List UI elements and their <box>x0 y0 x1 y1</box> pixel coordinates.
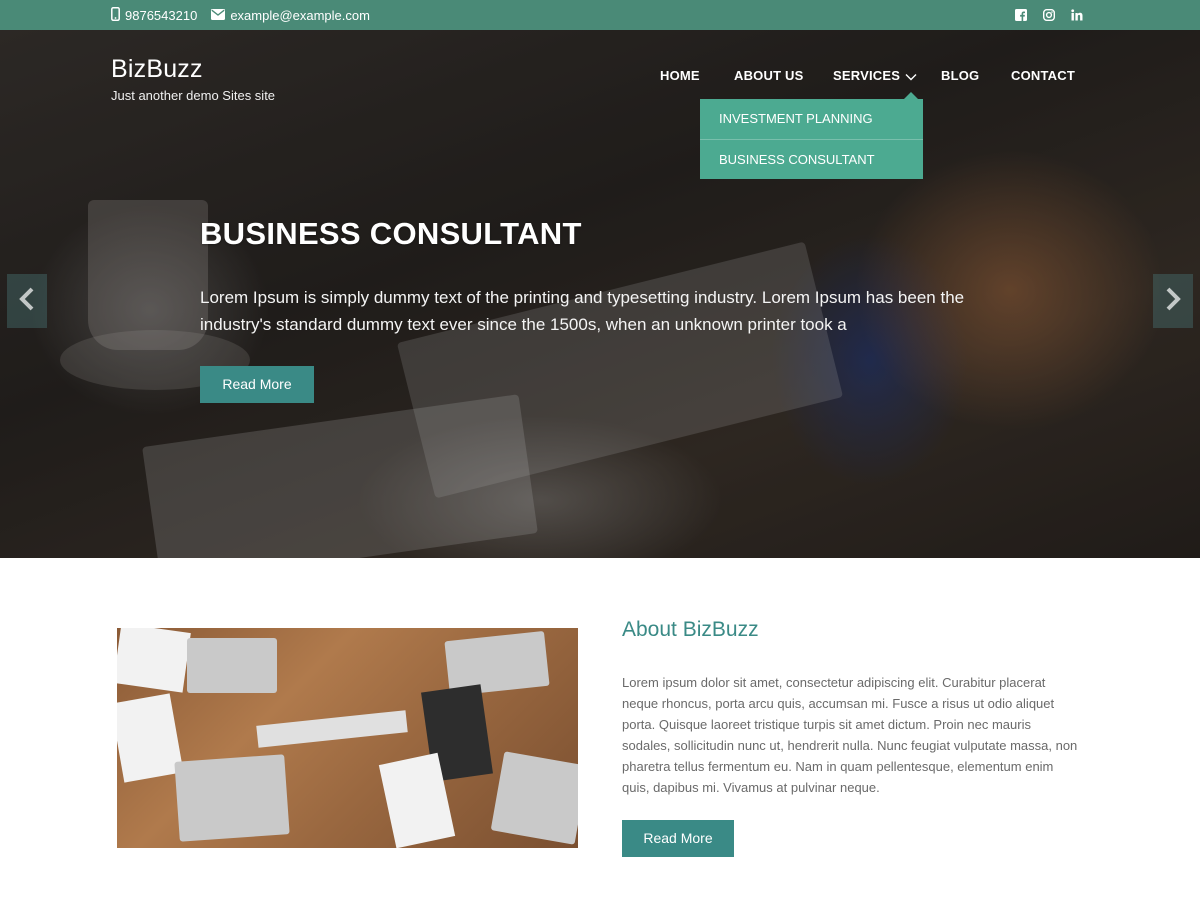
slide-text: Lorem Ipsum is simply dummy text of the … <box>200 288 965 334</box>
mobile-phone-icon <box>111 6 120 24</box>
email-contact[interactable]: example@example.com <box>211 8 370 23</box>
slide-title: BUSINESS CONSULTANT <box>200 216 582 251</box>
nav-contact[interactable]: CONTACT <box>1011 68 1075 83</box>
site-branding[interactable]: BizBuzz Just another demo Sites site <box>111 54 275 103</box>
about-section: About BizBuzz Lorem ipsum dolor sit amet… <box>622 616 1082 857</box>
slide-content: BUSINESS CONSULTANT Lorem Ipsum is simpl… <box>200 216 1020 403</box>
nav-services[interactable]: SERVICES <box>833 68 900 83</box>
nav-home[interactable]: HOME <box>660 68 700 83</box>
slider-prev-button[interactable] <box>7 274 47 328</box>
dropdown-item-investment-planning[interactable]: INVESTMENT PLANNING <box>700 99 923 139</box>
contact-info: 9876543210 example@example.com <box>111 0 370 30</box>
social-links <box>1014 0 1084 30</box>
instagram-icon[interactable] <box>1042 8 1056 22</box>
phone-contact[interactable]: 9876543210 <box>111 6 198 24</box>
dropdown-item-business-consultant[interactable]: BUSINESS CONSULTANT <box>700 139 923 179</box>
site-tagline: Just another demo Sites site <box>111 88 276 103</box>
about-image-paper <box>117 628 191 693</box>
about-image-laptop <box>187 638 277 693</box>
about-image-laptop <box>490 751 578 845</box>
hero-slider: BizBuzz Just another demo Sites site HOM… <box>0 30 1200 558</box>
site-title[interactable]: BizBuzz <box>111 54 275 84</box>
chevron-left-icon <box>18 286 36 317</box>
email-address: example@example.com <box>230 7 370 23</box>
about-image <box>117 628 578 848</box>
nav-blog[interactable]: BLOG <box>941 68 979 83</box>
chevron-down-icon[interactable] <box>904 70 918 82</box>
services-dropdown: INVESTMENT PLANNING BUSINESS CONSULTANT <box>700 92 923 179</box>
about-image-paper <box>117 693 184 783</box>
slider-next-button[interactable] <box>1153 274 1193 328</box>
about-image-laptop <box>174 754 290 842</box>
about-read-more-button[interactable]: Read More <box>622 820 734 857</box>
facebook-icon[interactable] <box>1014 8 1028 22</box>
linkedin-icon[interactable] <box>1070 8 1084 22</box>
phone-number: 9876543210 <box>125 7 198 23</box>
envelope-icon <box>211 8 226 23</box>
chevron-right-icon <box>1164 286 1182 317</box>
about-image-power-strip <box>256 710 408 748</box>
nav-about-us[interactable]: ABOUT US <box>734 68 804 83</box>
about-heading: About BizBuzz <box>622 618 759 641</box>
slide-read-more-button[interactable]: Read More <box>200 366 314 403</box>
about-text: Lorem ipsum dolor sit amet, consectetur … <box>622 675 1078 795</box>
top-bar: 9876543210 example@example.com <box>0 0 1200 30</box>
